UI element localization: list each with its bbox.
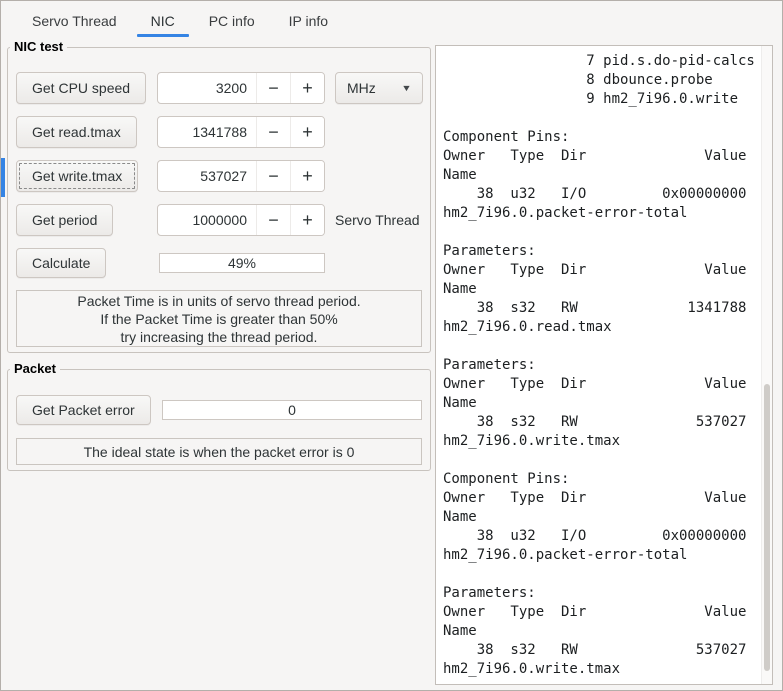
read-tmax-spinbox[interactable]: 1341788 − +: [157, 116, 325, 148]
app-window: Servo Thread NIC PC info IP info NIC tes…: [0, 0, 783, 691]
calculate-button[interactable]: Calculate: [16, 248, 107, 278]
tab-bar: Servo Thread NIC PC info IP info: [1, 1, 782, 41]
get-period-button[interactable]: Get period: [16, 204, 114, 236]
vertical-scrollbar[interactable]: [761, 46, 772, 684]
hal-output-textview[interactable]: 7 pid.s.do-pid-calcs 8 dbounce.probe 9 h…: [435, 45, 773, 685]
packet-error-value[interactable]: 0: [162, 400, 422, 420]
cpu-speed-spinbox[interactable]: 3200 − +: [157, 72, 325, 104]
get-read-tmax-button[interactable]: Get read.tmax: [16, 116, 137, 148]
tab-ip-info[interactable]: IP info: [272, 1, 345, 41]
packet-time-note: Packet Time is in units of servo thread …: [16, 290, 422, 347]
plus-icon[interactable]: +: [290, 161, 324, 191]
tab-label: IP info: [288, 13, 329, 29]
get-write-tmax-button[interactable]: Get write.tmax: [16, 160, 139, 192]
minus-icon[interactable]: −: [256, 73, 290, 103]
hal-output-text: 7 pid.s.do-pid-calcs 8 dbounce.probe 9 h…: [443, 53, 755, 677]
tab-servo-thread[interactable]: Servo Thread: [15, 1, 134, 41]
unit-dropdown[interactable]: MHz ▼: [335, 72, 423, 104]
tab-label: PC info: [208, 13, 255, 29]
chevron-down-icon: ▼: [401, 83, 412, 93]
cpu-speed-value[interactable]: 3200: [158, 73, 256, 103]
tab-pc-info[interactable]: PC info: [192, 1, 272, 41]
minus-icon[interactable]: −: [256, 161, 290, 191]
get-cpu-speed-button[interactable]: Get CPU speed: [16, 72, 147, 104]
minus-icon[interactable]: −: [256, 205, 290, 235]
read-tmax-value[interactable]: 1341788: [158, 117, 256, 147]
packet-error-note: The ideal state is when the packet error…: [16, 438, 422, 465]
period-spinbox[interactable]: 1000000 − +: [157, 204, 325, 236]
write-tmax-spinbox[interactable]: 537027 − +: [157, 160, 325, 192]
tab-nic[interactable]: NIC: [134, 1, 192, 41]
unit-dropdown-value: MHz: [347, 80, 376, 96]
period-value[interactable]: 1000000: [158, 205, 256, 235]
nic-test-frame: NIC test Get CPU speed 3200 − + MHz ▼ Ge…: [7, 39, 431, 353]
plus-icon[interactable]: +: [290, 73, 324, 103]
write-tmax-value[interactable]: 537027: [158, 161, 256, 191]
plus-icon[interactable]: +: [290, 205, 324, 235]
focus-indicator: [1, 158, 5, 197]
plus-icon[interactable]: +: [290, 117, 324, 147]
nic-test-legend: NIC test: [10, 39, 68, 54]
packet-frame: Packet Get Packet error 0 The ideal stat…: [7, 361, 431, 471]
scrollbar-slider[interactable]: [764, 384, 770, 672]
tab-label: NIC: [150, 13, 175, 29]
get-packet-error-button[interactable]: Get Packet error: [16, 395, 151, 425]
minus-icon[interactable]: −: [256, 117, 290, 147]
packet-legend: Packet: [10, 361, 60, 376]
tab-label: Servo Thread: [32, 13, 117, 29]
packet-time-progress: 49%: [159, 253, 325, 273]
servo-thread-label: Servo Thread: [335, 212, 420, 228]
